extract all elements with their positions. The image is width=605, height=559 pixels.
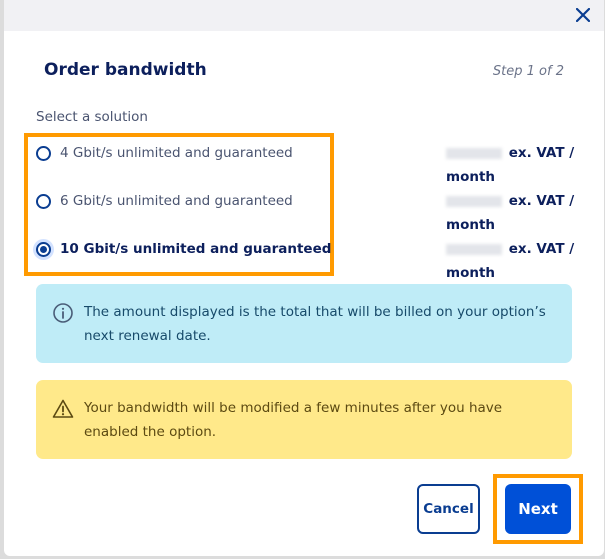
blurred-price-value — [446, 243, 502, 255]
radio-10-gbit[interactable] — [36, 241, 51, 257]
next-button[interactable]: Next — [505, 484, 571, 534]
option-4-gbit[interactable]: 4 Gbit/s unlimited and guaranteed — [36, 145, 293, 161]
option-label: 4 Gbit/s unlimited and guaranteed — [60, 145, 293, 161]
select-solution-label: Select a solution — [36, 109, 148, 125]
option-label: 10 Gbit/s unlimited and guaranteed — [60, 241, 332, 257]
option-6-gbit[interactable]: 6 Gbit/s unlimited and guaranteed — [36, 193, 293, 209]
price-10-gbit: ex. VAT / month — [446, 237, 574, 285]
blurred-price-value — [446, 147, 502, 159]
price-period: month — [446, 169, 496, 185]
price-period: month — [446, 265, 496, 281]
option-label: 6 Gbit/s unlimited and guaranteed — [60, 193, 293, 209]
price-period: month — [446, 217, 496, 233]
warning-message: Your bandwidth will be modified a few mi… — [36, 380, 572, 459]
close-icon — [576, 8, 590, 22]
order-bandwidth-dialog: Order bandwidth Step 1 of 2 Select a sol… — [4, 0, 604, 556]
radio-6-gbit[interactable] — [36, 193, 51, 209]
close-button[interactable] — [572, 4, 594, 26]
price-6-gbit: ex. VAT / month — [446, 189, 574, 237]
radio-4-gbit[interactable] — [36, 145, 51, 161]
price-suffix: ex. VAT / — [508, 193, 575, 209]
info-icon — [53, 303, 73, 323]
info-text: The amount displayed is the total that w… — [84, 304, 546, 344]
warning-icon — [52, 399, 74, 418]
dialog-header-bar — [4, 0, 604, 31]
price-suffix: ex. VAT / — [508, 145, 575, 161]
step-indicator: Step 1 of 2 — [492, 64, 564, 79]
blurred-price-value — [446, 195, 502, 207]
warning-text: Your bandwidth will be modified a few mi… — [84, 400, 503, 440]
option-10-gbit[interactable]: 10 Gbit/s unlimited and guaranteed — [36, 241, 331, 257]
dialog-title: Order bandwidth — [44, 60, 207, 80]
cancel-button[interactable]: Cancel — [417, 484, 480, 534]
price-suffix: ex. VAT / — [508, 241, 575, 257]
info-message: The amount displayed is the total that w… — [36, 284, 572, 363]
price-4-gbit: ex. VAT / month — [446, 141, 574, 189]
